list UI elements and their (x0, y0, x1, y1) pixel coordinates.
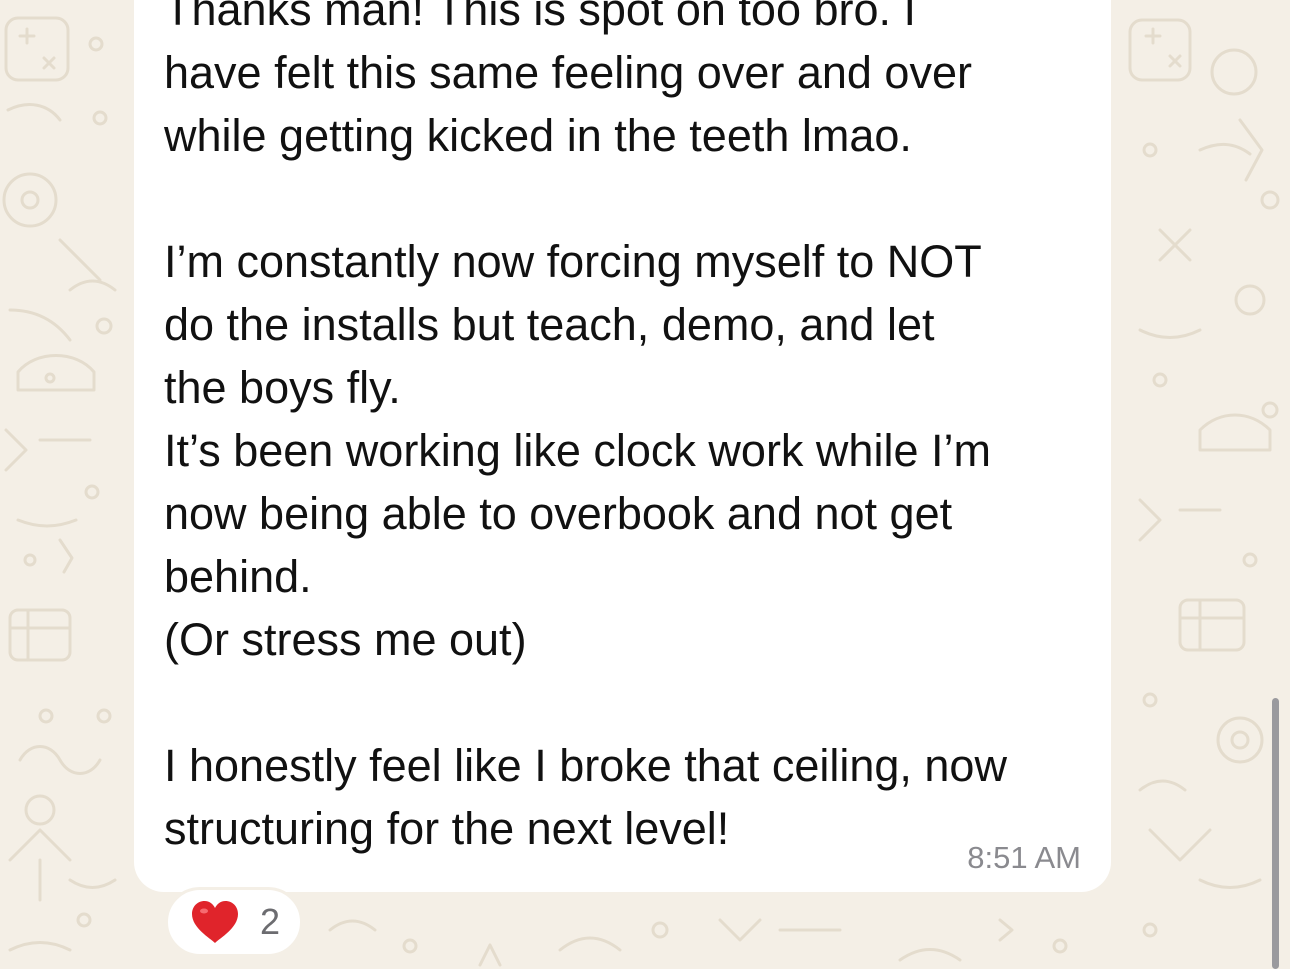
message-bubble[interactable]: Thanks man! This is spot on too bro. I h… (134, 0, 1111, 892)
heart-icon (192, 901, 238, 943)
message-timestamp: 8:51 AM (967, 840, 1081, 875)
message-text: Thanks man! This is spot on too bro. I h… (164, 0, 1007, 854)
reaction-pill[interactable]: 2 (165, 887, 303, 957)
reaction-count: 2 (260, 901, 281, 942)
scrollbar[interactable] (1272, 698, 1279, 969)
